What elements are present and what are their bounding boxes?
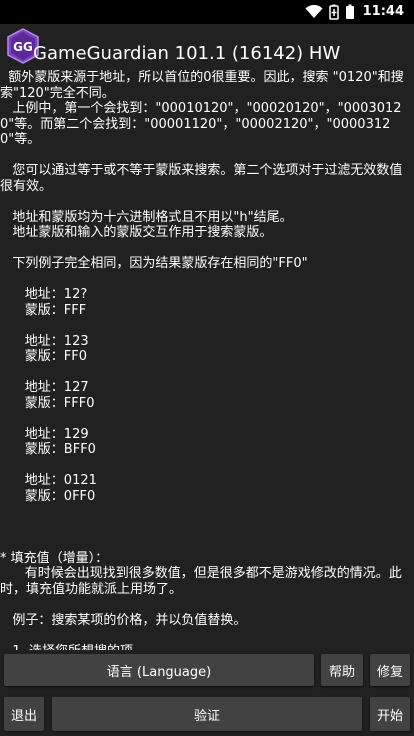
app-icon-text: GG [13, 40, 33, 54]
battery-saver-icon [328, 4, 339, 20]
status-time: 11:44 [362, 4, 404, 19]
status-bar: 11:44 [0, 0, 414, 24]
repair-button[interactable]: 修复 [370, 654, 410, 686]
help-content[interactable]: 额外蒙版来源于地址，所以首位的0很重要。因此，搜索 "0120"和搜索"120"… [0, 70, 414, 650]
exit-button[interactable]: 退出 [4, 697, 44, 731]
battery-icon [345, 4, 354, 19]
help-button[interactable]: 帮助 [321, 654, 363, 686]
status-icons: 11:44 [305, 4, 404, 20]
language-button[interactable]: 语言 (Language) [4, 654, 314, 686]
app-header: GG GameGuardian 101.1 (16142) HW [0, 24, 414, 68]
verify-button[interactable]: 验证 [52, 697, 362, 731]
app-title: GameGuardian 101.1 (16142) HW [33, 43, 341, 64]
wifi-icon [305, 5, 323, 18]
start-button[interactable]: 开始 [370, 697, 410, 731]
help-text: 额外蒙版来源于地址，所以首位的0很重要。因此，搜索 "0120"和搜索"120"… [0, 70, 404, 650]
